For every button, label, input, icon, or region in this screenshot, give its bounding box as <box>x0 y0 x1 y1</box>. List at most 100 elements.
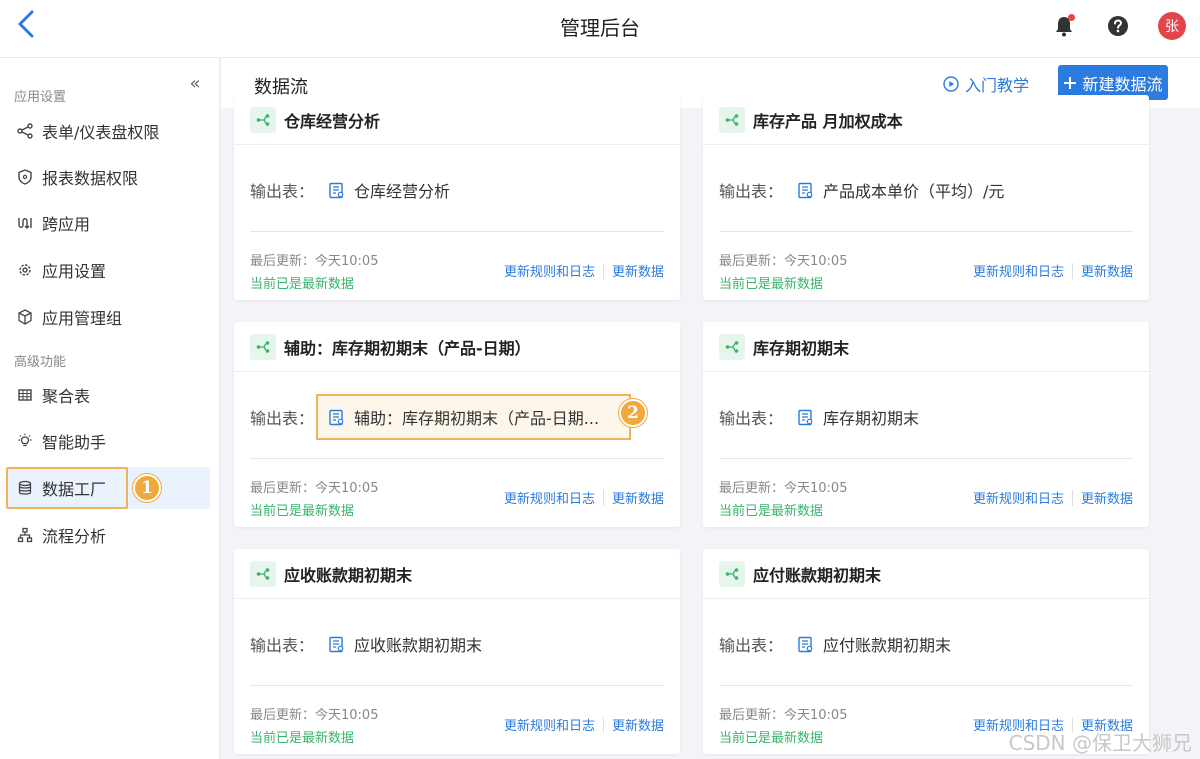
play-circle-icon <box>943 76 959 92</box>
sidebar-item-label: 跨应用 <box>42 215 91 234</box>
update-data-link[interactable]: 更新数据 <box>612 261 664 280</box>
collapse-sidebar-icon[interactable]: « <box>184 72 206 94</box>
dataflow-icon <box>256 113 270 126</box>
dataflow-card: 仓库经营分析 输出表： 仓库经营分析 最后更新：今天10:05 当前已是最新数据… <box>234 95 680 300</box>
last-update: 最后更新：今天10:05 <box>250 254 379 269</box>
section-label-app: 应用设置 <box>14 90 67 105</box>
sidebar-item-label: 流程分析 <box>42 527 107 546</box>
dataflow-icon <box>725 113 739 126</box>
output-table-link[interactable]: 仓库经营分析 <box>328 178 450 202</box>
output-label: 输出表： <box>250 409 315 428</box>
new-dataflow-label: 新建数据流 <box>1082 74 1163 94</box>
sidebar-item-label: 应用设置 <box>42 262 107 281</box>
grid-table-icon <box>18 389 32 401</box>
card-title[interactable]: 应付账款期初期末 <box>753 562 881 586</box>
output-table-link[interactable]: 产品成本单价（平均）/元 <box>797 178 1004 202</box>
sidebar-item-aggregate-table[interactable]: 聚合表 <box>6 374 210 416</box>
update-data-link[interactable]: 更新数据 <box>1081 488 1133 507</box>
card-title[interactable]: 辅助：库存期初期末（产品-日期） <box>284 335 531 359</box>
output-table-link[interactable]: 应付账款期初期末 <box>797 632 951 656</box>
status-text: 当前已是最新数据 <box>719 504 824 519</box>
dataflow-icon <box>725 567 739 580</box>
dataflow-card: 辅助：库存期初期末（产品-日期） 输出表： 辅助：库存期初期末（产品-日期...… <box>234 322 680 527</box>
output-label: 输出表： <box>719 636 784 655</box>
dataflow-icon <box>725 340 739 353</box>
sidebar-item-cross-app[interactable]: 跨应用 <box>6 202 210 244</box>
output-label: 输出表： <box>719 409 784 428</box>
avatar[interactable]: 张 <box>1158 12 1186 40</box>
card-title[interactable]: 库存期初期末 <box>753 335 849 359</box>
card-title[interactable]: 应收账款期初期末 <box>284 562 412 586</box>
output-table-name: 应付账款期初期末 <box>823 636 952 655</box>
status-text: 当前已是最新数据 <box>719 277 824 292</box>
update-rules-log-link[interactable]: 更新规则和日志 <box>504 488 595 507</box>
notification-button[interactable] <box>1050 12 1078 40</box>
table-form-icon <box>329 409 344 425</box>
flow-chart-icon <box>17 527 33 543</box>
sidebar-item-smart-assistant[interactable]: 智能助手 <box>6 420 210 462</box>
last-update: 最后更新：今天10:05 <box>250 481 379 496</box>
annotation-badge-2: 2 <box>619 399 647 427</box>
table-form-icon <box>329 182 344 198</box>
output-label: 输出表： <box>250 182 315 201</box>
output-table-name: 仓库经营分析 <box>354 182 451 201</box>
output-table-link-highlighted[interactable]: 辅助：库存期初期末（产品-日期... <box>316 394 632 440</box>
card-divider <box>250 231 664 232</box>
table-form-icon <box>798 636 813 652</box>
dataflow-card: 应收账款期初期末 输出表： 应收账款期初期末 最后更新：今天10:05 当前已是… <box>234 549 680 754</box>
sidebar-item-form-permissions[interactable]: 表单/仪表盘权限 <box>6 110 210 152</box>
section-label-advanced: 高级功能 <box>14 355 67 370</box>
sidebar-item-label: 数据工厂 <box>42 480 107 499</box>
shield-icon <box>18 169 32 185</box>
output-table-name: 辅助：库存期初期末（产品-日期... <box>354 409 600 428</box>
card-title[interactable]: 库存产品 月加权成本 <box>753 108 903 132</box>
update-rules-log-link[interactable]: 更新规则和日志 <box>973 488 1064 507</box>
sidebar-item-report-permissions[interactable]: 报表数据权限 <box>6 156 210 198</box>
database-icon <box>18 480 32 495</box>
sidebar-item-label: 表单/仪表盘权限 <box>42 123 160 142</box>
share-nodes-icon <box>17 123 33 139</box>
dataflow-card: 库存产品 月加权成本 输出表： 产品成本单价（平均）/元 最后更新：今天10:0… <box>703 95 1149 300</box>
sidebar-item-app-admin-group[interactable]: 应用管理组 <box>6 296 210 338</box>
tutorial-link[interactable]: 入门教学 <box>943 72 1029 96</box>
card-divider <box>719 685 1133 686</box>
sidebar-item-process-analysis[interactable]: 流程分析 <box>6 514 210 556</box>
card-divider <box>719 231 1133 232</box>
update-rules-log-link[interactable]: 更新规则和日志 <box>504 261 595 280</box>
output-table-link[interactable]: 应收账款期初期末 <box>328 632 482 656</box>
notification-dot <box>1068 14 1075 21</box>
sidebar-item-app-settings[interactable]: 应用设置 <box>6 249 210 291</box>
dataflow-card: 应付账款期初期末 输出表： 应付账款期初期末 最后更新：今天10:05 当前已是… <box>703 549 1149 754</box>
dataflow-icon <box>256 567 270 580</box>
cross-app-icon <box>18 218 32 229</box>
status-text: 当前已是最新数据 <box>250 504 355 519</box>
update-data-link[interactable]: 更新数据 <box>612 715 664 734</box>
last-update: 最后更新：今天10:05 <box>719 708 848 723</box>
status-text: 当前已是最新数据 <box>719 731 824 746</box>
table-form-icon <box>329 636 344 652</box>
output-label: 输出表： <box>719 182 784 201</box>
last-update: 最后更新：今天10:05 <box>719 254 848 269</box>
cube-icon <box>18 309 32 325</box>
help-icon <box>1108 16 1128 36</box>
tutorial-label: 入门教学 <box>965 76 1030 95</box>
lightbulb-icon <box>18 433 32 447</box>
table-form-icon <box>798 182 813 198</box>
dataflow-card: 库存期初期末 输出表： 库存期初期末 最后更新：今天10:05 当前已是最新数据… <box>703 322 1149 527</box>
watermark: CSDN @保卫大狮兄 <box>1008 731 1192 755</box>
sidebar-item-label: 智能助手 <box>42 433 107 452</box>
top-bar: 管理后台 张 <box>0 0 1200 58</box>
help-button[interactable] <box>1104 12 1132 40</box>
update-data-link[interactable]: 更新数据 <box>612 488 664 507</box>
sidebar-item-label: 聚合表 <box>42 387 91 406</box>
last-update: 最后更新：今天10:05 <box>719 481 848 496</box>
output-table-name: 产品成本单价（平均）/元 <box>823 182 1005 201</box>
sidebar-item-data-factory[interactable]: 数据工厂 <box>6 467 210 509</box>
update-rules-log-link[interactable]: 更新规则和日志 <box>973 261 1064 280</box>
card-title[interactable]: 仓库经营分析 <box>284 108 380 132</box>
update-rules-log-link[interactable]: 更新规则和日志 <box>504 715 595 734</box>
output-table-link[interactable]: 库存期初期末 <box>797 405 919 429</box>
card-divider <box>250 458 664 459</box>
update-data-link[interactable]: 更新数据 <box>1081 261 1133 280</box>
sidebar-item-label: 报表数据权限 <box>42 169 139 188</box>
